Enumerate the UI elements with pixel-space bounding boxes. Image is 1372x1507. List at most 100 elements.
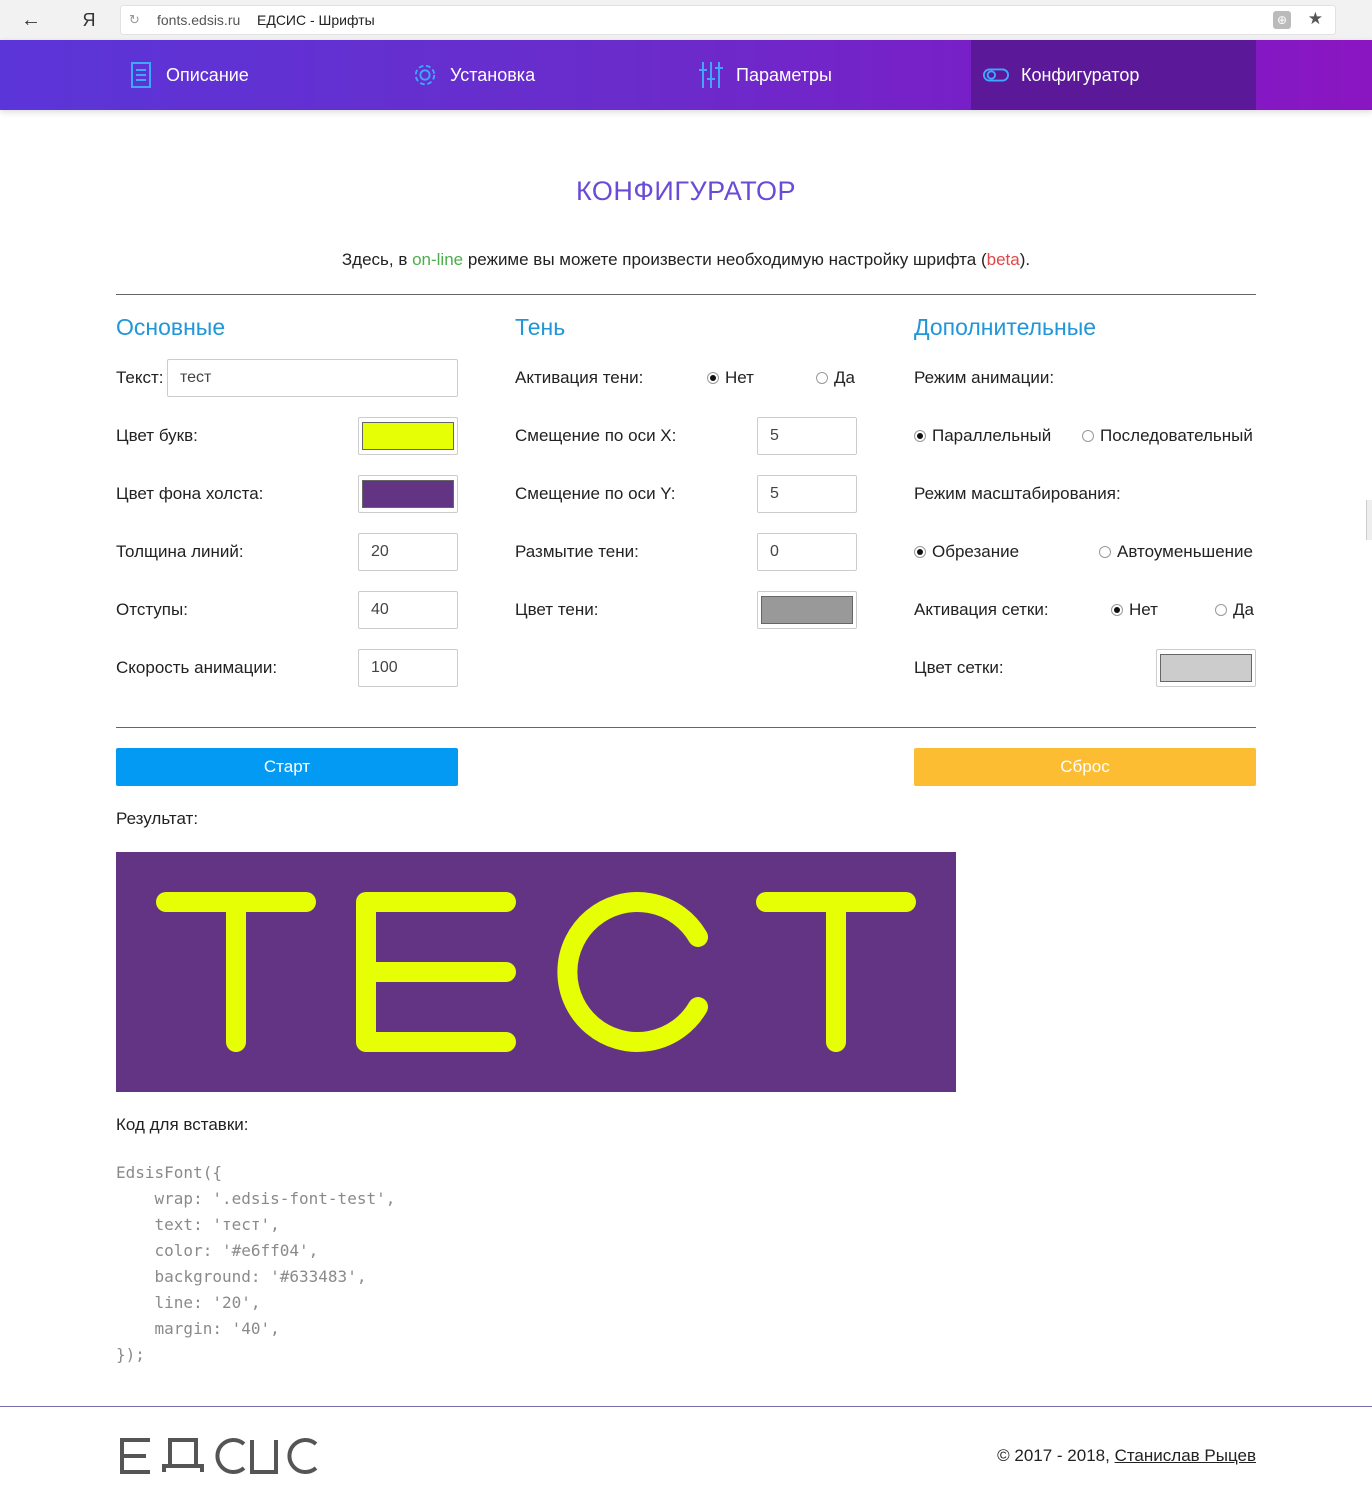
line-width-input[interactable]: 20 — [358, 533, 458, 571]
code-label: Код для вставки: — [116, 1115, 249, 1134]
radio-dot — [816, 372, 828, 384]
radio-dot — [707, 372, 719, 384]
radio-label: Параллельный — [932, 426, 1052, 445]
reload-icon[interactable]: ↻ — [129, 12, 140, 28]
basic-section-title: Основные — [116, 314, 226, 340]
yandex-button[interactable]: Я — [78, 8, 100, 32]
letter-color-label: Цвет букв: — [116, 426, 198, 445]
radio-label: Обрезание — [932, 542, 1020, 561]
shadow-section-title: Тень — [515, 314, 566, 340]
parallel-radio[interactable]: Параллельный — [914, 426, 1051, 446]
grid-color-picker[interactable] — [1156, 649, 1256, 687]
address-bar[interactable]: ↻ fonts.edsis.ru ЕДСИС - Шрифты ⊕ ★ — [120, 5, 1336, 35]
gear-icon — [412, 62, 438, 88]
url-text: fonts.edsis.ru — [157, 12, 241, 28]
radio-label: Последовательный — [1100, 426, 1253, 445]
margin-label: Отступы: — [116, 600, 188, 619]
radio-dot — [914, 546, 926, 558]
document-icon — [128, 62, 154, 88]
star-icon[interactable]: ★ — [1308, 9, 1323, 29]
divider — [116, 727, 1256, 728]
shadow-yes-radio[interactable]: Да — [816, 368, 855, 388]
text-input[interactable]: тест — [167, 359, 458, 397]
scale-mode-label: Режим масштабирования: — [914, 484, 1121, 503]
nav-item-parameters[interactable]: Параметры — [698, 40, 832, 110]
bg-color-picker[interactable] — [358, 475, 458, 513]
reset-button[interactable]: Сброс — [914, 748, 1256, 786]
intro-part: Здесь, в — [341, 250, 413, 269]
shadow-color-label: Цвет тени: — [515, 600, 599, 619]
back-button[interactable]: ← — [18, 8, 44, 32]
online-highlight: on-line — [412, 250, 464, 269]
radio-label: Да — [834, 368, 855, 387]
preview-letter-e — [356, 892, 516, 1052]
intro-text: Здесь, в on-line режиме вы можете произв… — [0, 250, 1372, 270]
intro-part: режиме вы можете произвести необходимую … — [463, 250, 987, 269]
radio-dot — [1082, 430, 1094, 442]
footer-divider — [0, 1406, 1372, 1407]
grid-color-fill — [1160, 654, 1252, 682]
result-canvas — [116, 852, 956, 1092]
nav-label: Параметры — [736, 64, 832, 85]
letter-color-fill — [362, 422, 454, 450]
divider — [116, 294, 1256, 295]
text-label: Текст: — [116, 368, 164, 387]
browser-toolbar: ← Я ↻ fonts.edsis.ru ЕДСИС - Шрифты ⊕ ★ — [0, 0, 1372, 40]
radio-label: Автоуменьшение — [1117, 542, 1253, 561]
shadow-color-picker[interactable] — [757, 591, 857, 629]
grid-color-label: Цвет сетки: — [914, 658, 1004, 677]
offset-y-input[interactable]: 5 — [757, 475, 857, 513]
radio-dot — [1111, 604, 1123, 616]
result-label: Результат: — [116, 809, 199, 828]
preview-letter-t2 — [756, 892, 916, 1052]
sequential-radio[interactable]: Последовательный — [1082, 426, 1253, 446]
start-button[interactable]: Старт — [116, 748, 458, 786]
preview-letter-s — [557, 892, 708, 1052]
copyright-text: © 2017 - 2018, — [997, 1446, 1115, 1465]
author-link[interactable]: Станислав Рыцев — [1115, 1446, 1256, 1465]
blur-input[interactable]: 0 — [757, 533, 857, 571]
page-title: КОНФИГУРАТОР — [575, 176, 797, 206]
margin-input[interactable]: 40 — [358, 591, 458, 629]
nav-label: Конфигуратор — [1021, 64, 1140, 85]
nav-label: Описание — [166, 64, 249, 85]
edsis-logo[interactable] — [118, 1436, 320, 1481]
toggle-icon — [983, 62, 1009, 88]
blur-label: Размытие тени: — [515, 542, 639, 561]
nav-item-installation[interactable]: Установка — [412, 40, 535, 110]
nav-item-configurator[interactable]: Конфигуратор — [971, 40, 1256, 110]
radio-label: Нет — [1129, 600, 1158, 619]
offset-y-label: Смещение по оси Y: — [515, 484, 676, 503]
intro-part: ). — [1019, 250, 1031, 269]
main-navigation: Описание Установка Параметры Конфигурато… — [0, 40, 1372, 110]
offset-x-input[interactable]: 5 — [757, 417, 857, 455]
radio-label: Нет — [725, 368, 754, 387]
letter-color-picker[interactable] — [358, 417, 458, 455]
shadow-activate-label: Активация тени: — [515, 368, 644, 387]
shadow-color-fill — [761, 596, 853, 624]
auto-shrink-radio[interactable]: Автоуменьшение — [1099, 542, 1253, 562]
radio-dot — [1099, 546, 1111, 558]
page-title-in-address: ЕДСИС - Шрифты — [257, 12, 375, 28]
grid-yes-radio[interactable]: Да — [1215, 600, 1254, 620]
nav-item-description[interactable]: Описание — [128, 40, 249, 110]
shadow-no-radio[interactable]: Нет — [707, 368, 754, 388]
offset-x-label: Смещение по оси X: — [515, 426, 677, 445]
embed-code[interactable]: EdsisFont({ wrap: '.edsis-font-test', te… — [116, 1160, 395, 1368]
bg-color-fill — [362, 480, 454, 508]
extra-section-title: Дополнительные — [914, 314, 1097, 340]
radio-label: Да — [1233, 600, 1254, 619]
preview-text-graphic — [156, 892, 916, 1052]
logo-graphic — [120, 1438, 318, 1474]
preview-letter-t1 — [156, 892, 316, 1052]
beta-highlight: beta — [986, 250, 1020, 269]
line-width-label: Толщина линий: — [116, 542, 244, 561]
grid-no-radio[interactable]: Нет — [1111, 600, 1158, 620]
speed-input[interactable]: 100 — [358, 649, 458, 687]
radio-dot — [914, 430, 926, 442]
crop-radio[interactable]: Обрезание — [914, 542, 1019, 562]
grid-activate-label: Активация сетки: — [914, 600, 1049, 619]
side-handle[interactable] — [1366, 500, 1372, 540]
copyright: © 2017 - 2018, Станислав Рыцев — [997, 1446, 1256, 1466]
globe-icon[interactable]: ⊕ — [1273, 11, 1291, 29]
